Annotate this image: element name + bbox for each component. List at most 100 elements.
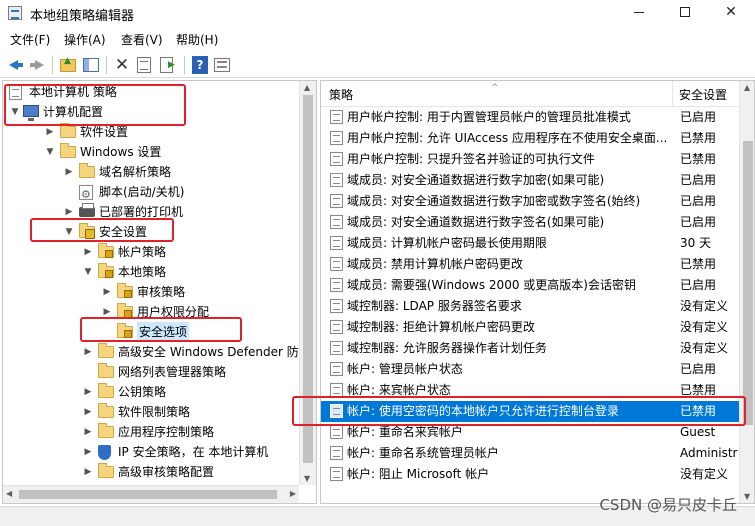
policy-setting-value: 已启用 [680, 194, 717, 208]
policy-icon [330, 320, 343, 334]
column-header-setting-label: 安全设置 [679, 88, 728, 102]
policy-icon [330, 194, 343, 208]
policy-name: 用户帐户控制: 用于内置管理员帐户的管理员批准模式 [347, 110, 631, 124]
tree-horizontal-scrollbar[interactable]: ◀ ▶ [3, 485, 299, 503]
policy-setting-value: 已启用 [680, 278, 717, 292]
app-icon [8, 6, 22, 20]
chevron-right-icon[interactable]: ▶ [82, 402, 94, 422]
folder-up-icon[interactable] [60, 56, 76, 72]
policy-row[interactable]: 帐户: 重命名系统管理员帐户 Administr [321, 443, 739, 464]
chevron-right-icon[interactable]: ▶ [82, 342, 94, 362]
policy-row[interactable]: 域成员: 对安全通道数据进行数字签名(如果可能) 已启用 [321, 212, 739, 233]
back-arrow-icon[interactable] [6, 55, 26, 75]
tree-item[interactable]: ▶ 高级安全 Windows Defender 防火墙 [3, 342, 316, 362]
scroll-down-icon[interactable]: ▼ [304, 474, 310, 483]
menu-view[interactable]: 查看(V) [121, 31, 163, 48]
tree-item[interactable]: ▶ 高级审核策略配置 [3, 462, 297, 482]
tree-item[interactable]: ▼ Windows 设置 [3, 142, 297, 162]
scroll-left-icon[interactable]: ◀ [6, 489, 12, 498]
chevron-right-icon[interactable]: ▶ [82, 442, 94, 462]
chevron-right-icon[interactable]: ▶ [82, 242, 94, 262]
tree-pane: 本地计算机 策略▼计算机配置▶软件设置▼Windows 设置▶域名解析策略脚本(… [2, 80, 317, 504]
menu-action[interactable]: 操作(A) [64, 31, 106, 48]
menu-file[interactable]: 文件(F) [10, 31, 50, 48]
policy-row[interactable]: 域成员: 禁用计算机帐户密码更改 已禁用 [321, 254, 739, 275]
locked-folder-icon [98, 263, 114, 278]
column-header-policy[interactable]: 策略 ^ [321, 81, 673, 107]
policy-list-pane: 策略 ^ 安全设置 用户帐户控制: 用于内置管理员帐户的管理员批准模式 已启用 用户… [320, 80, 755, 504]
show-pane-icon[interactable] [83, 58, 99, 72]
tree-item-label: 脚本(启动/关机) [99, 185, 185, 199]
chevron-down-icon[interactable]: ▼ [44, 142, 56, 162]
policy-row[interactable]: 域控制器: 允许服务器操作者计划任务 没有定义 [321, 338, 739, 359]
policy-row[interactable]: 域成员: 计算机帐户密码最长使用期限 30 天 [321, 233, 739, 254]
column-header-setting[interactable]: 安全设置 [673, 81, 739, 107]
folder-icon [98, 343, 114, 358]
maximize-button[interactable] [662, 0, 708, 26]
policy-setting-value: 没有定义 [680, 341, 729, 355]
policy-row[interactable]: 用户帐户控制: 允许 UIAccess 应用程序在不使用安全桌面... 已禁用 [321, 128, 739, 149]
tree-item-label: 本地策略 [118, 265, 167, 279]
chevron-right-icon[interactable]: ▶ [82, 382, 94, 402]
chevron-right-icon[interactable]: ▶ [82, 422, 94, 442]
policy-icon [330, 173, 343, 187]
scrollbar-thumb[interactable] [743, 141, 753, 425]
folder-icon [60, 123, 76, 138]
policy-setting-value: 没有定义 [680, 299, 729, 313]
tree-item-label: 审核策略 [137, 285, 186, 299]
tree-item-label: 应用程序控制策略 [118, 425, 215, 439]
policy-setting-value: 30 天 [680, 236, 712, 250]
tree-item[interactable]: ▶ 域名解析策略 [3, 162, 297, 182]
menu-help[interactable]: 帮助(H) [176, 31, 218, 48]
folder-icon [98, 423, 114, 438]
policy-row[interactable]: 帐户: 管理员帐户状态 已启用 [321, 359, 739, 380]
chevron-down-icon[interactable]: ▼ [82, 262, 94, 282]
tree-item-label: IP 安全策略，在 本地计算机 [118, 445, 269, 459]
policy-name: 域成员: 对安全通道数据进行数字加密或数字签名(始终) [347, 194, 641, 208]
policy-row[interactable]: 帐户: 阻止 Microsoft 帐户 没有定义 [321, 464, 739, 485]
policy-row[interactable]: 域成员: 对安全通道数据进行数字加密或数字签名(始终) 已启用 [321, 191, 739, 212]
tree-item-label: 高级审核策略配置 [118, 465, 215, 479]
help-icon[interactable]: ? [192, 56, 208, 74]
close-button[interactable]: ✕ [708, 0, 754, 26]
chevron-right-icon[interactable]: ▶ [101, 282, 113, 302]
title-bar: 本地组策略编辑器 ✕ [0, 0, 755, 26]
script-icon [79, 185, 93, 205]
tree-item[interactable]: 网络列表管理器策略 [3, 362, 297, 382]
tree-item[interactable]: ▶ 审核策略 [3, 282, 297, 302]
view-icon[interactable] [214, 58, 230, 72]
chevron-right-icon[interactable]: ▶ [63, 162, 75, 182]
chevron-right-icon[interactable]: ▶ [82, 462, 94, 482]
policy-icon [330, 362, 343, 376]
policy-row[interactable]: 域成员: 需要强(Windows 2000 或更高版本)会话密钥 已启用 [321, 275, 739, 296]
scroll-up-icon[interactable]: ▲ [744, 83, 750, 92]
annotation-box-security-options [80, 317, 242, 342]
forward-arrow-icon[interactable] [27, 55, 47, 75]
menu-bar: 文件(F) 操作(A) 查看(V) 帮助(H) [0, 28, 755, 50]
policy-icon [330, 131, 343, 145]
policy-row[interactable]: 域控制器: LDAP 服务器签名要求 没有定义 [321, 296, 739, 317]
policy-row[interactable]: 用户帐户控制: 用于内置管理员帐户的管理员批准模式 已启用 [321, 107, 739, 128]
tree-item[interactable]: 脚本(启动/关机) [3, 182, 297, 205]
tree-item[interactable]: ▶ 公钥策略 [3, 382, 297, 402]
policy-icon [330, 236, 343, 250]
tree-item[interactable]: ▶ 帐户策略 [3, 242, 297, 262]
list-vertical-scrollbar[interactable]: ▲ ▼ [739, 81, 754, 503]
tree-item[interactable]: ▼ 本地策略 [3, 262, 297, 282]
export-icon[interactable] [160, 57, 175, 73]
policy-row[interactable]: 用户帐户控制: 只提升签名并验证的可执行文件 已禁用 [321, 149, 739, 170]
properties-icon[interactable] [137, 57, 151, 73]
tree-item[interactable]: ▶ IP 安全策略，在 本地计算机 [3, 442, 297, 462]
policy-row[interactable]: 域控制器: 拒绝计算机帐户密码更改 没有定义 [321, 317, 739, 338]
toolbar-separator [184, 56, 185, 74]
tree-item[interactable]: ▶ 软件限制策略 [3, 402, 297, 422]
scroll-down-icon[interactable]: ▼ [744, 492, 750, 501]
scrollbar-thumb[interactable] [19, 490, 277, 499]
tree-item[interactable]: ▶ 应用程序控制策略 [3, 422, 297, 442]
scroll-right-icon[interactable]: ▶ [290, 489, 296, 498]
policy-row[interactable]: 域成员: 对安全通道数据进行数字加密(如果可能) 已启用 [321, 170, 739, 191]
minimize-button[interactable] [616, 0, 662, 26]
scroll-up-icon[interactable]: ▲ [304, 83, 310, 92]
tree-item-label: 网络列表管理器策略 [118, 365, 227, 379]
delete-icon[interactable]: ✕ [112, 55, 132, 75]
